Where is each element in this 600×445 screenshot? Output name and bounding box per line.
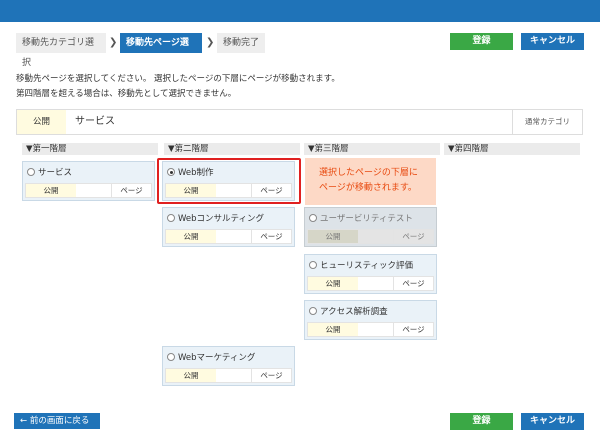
back-button[interactable]: ← 前の画面に戻る xyxy=(14,413,100,429)
page-status: 公開 xyxy=(166,369,216,382)
breadcrumb-step-page: 移動先ページ選択 xyxy=(120,33,202,68)
page-type: ページ xyxy=(251,369,291,382)
selection-highlight xyxy=(157,158,301,204)
page-card-title: ヒューリスティック評価 xyxy=(320,261,413,271)
category-name: サービス xyxy=(75,116,115,127)
radio-button[interactable] xyxy=(167,353,175,361)
page-card-title: Webコンサルティング xyxy=(178,214,265,224)
register-button-bottom[interactable]: 登録 xyxy=(450,413,513,430)
page-type: ページ xyxy=(111,184,151,197)
cancel-button-bottom[interactable]: キャンセル xyxy=(521,413,584,430)
page-type: ページ xyxy=(393,230,433,243)
page-status: 公開 xyxy=(308,277,358,290)
page-status: 公開 xyxy=(308,230,358,243)
radio-button[interactable] xyxy=(309,261,317,269)
category-type: 通常カテゴリ xyxy=(512,110,582,134)
radio-button[interactable] xyxy=(27,168,35,176)
breadcrumb-step-category: 移動先カテゴリ選択 xyxy=(16,33,106,68)
page-card-service[interactable]: サービス 公開 ページ xyxy=(22,161,155,201)
page-type: ページ xyxy=(393,277,433,290)
page-card-web-consulting[interactable]: Webコンサルティング 公開 ページ xyxy=(162,207,295,247)
page-type: ページ xyxy=(251,230,291,243)
column-header-level2: ▼第二階層 xyxy=(164,143,300,155)
page-card-access-analysis[interactable]: アクセス解析調査 公開 ページ xyxy=(304,300,437,340)
move-hint-line1: 選択したページの下層に xyxy=(319,168,418,178)
page-card-heuristic-evaluation[interactable]: ヒューリスティック評価 公開 ページ xyxy=(304,254,437,294)
column-header-level3: ▼第三階層 xyxy=(304,143,440,155)
top-bar xyxy=(0,0,600,22)
column-header-level4: ▼第四階層 xyxy=(444,143,580,155)
register-button-top[interactable]: 登録 xyxy=(450,33,513,50)
page-card-title: ユーザービリティテスト xyxy=(320,214,413,224)
page-status: 公開 xyxy=(166,230,216,243)
chevron-right-icon: ❯ xyxy=(109,37,118,48)
column-header-level1: ▼第一階層 xyxy=(22,143,158,155)
selected-category-bar: 公開 サービス 通常カテゴリ xyxy=(16,109,583,135)
page-status: 公開 xyxy=(308,323,358,336)
back-button-label: 前の画面に戻る xyxy=(29,416,90,426)
move-hint-line2: ページが移動されます。 xyxy=(319,183,417,193)
page-card-title: Webマーケティング xyxy=(178,353,256,363)
radio-button[interactable] xyxy=(309,307,317,315)
radio-button[interactable] xyxy=(167,214,175,222)
chevron-right-icon: ❯ xyxy=(206,37,215,48)
instruction-note: 第四階層を超える場合は、移動先として選択できません。 xyxy=(16,89,237,99)
radio-button-disabled xyxy=(309,214,317,222)
page-card-web-marketing[interactable]: Webマーケティング 公開 ページ xyxy=(162,346,295,386)
page-type: ページ xyxy=(393,323,433,336)
page-card-title: アクセス解析調査 xyxy=(320,307,388,317)
page-status: 公開 xyxy=(26,184,76,197)
instruction-text: 移動先ページを選択してください。 選択したページの下層にページが移動されます。 xyxy=(16,74,340,84)
breadcrumb-step-complete: 移動完了 xyxy=(217,33,265,53)
move-hint-callout: 選択したページの下層に ページが移動されます。 xyxy=(305,158,436,205)
page-card-usability-test: ユーザービリティテスト 公開 ページ xyxy=(304,207,437,247)
cancel-button-top[interactable]: キャンセル xyxy=(521,33,584,50)
arrow-left-icon: ← xyxy=(20,416,30,426)
category-status: 公開 xyxy=(17,110,66,134)
page-card-title: サービス xyxy=(38,168,73,178)
